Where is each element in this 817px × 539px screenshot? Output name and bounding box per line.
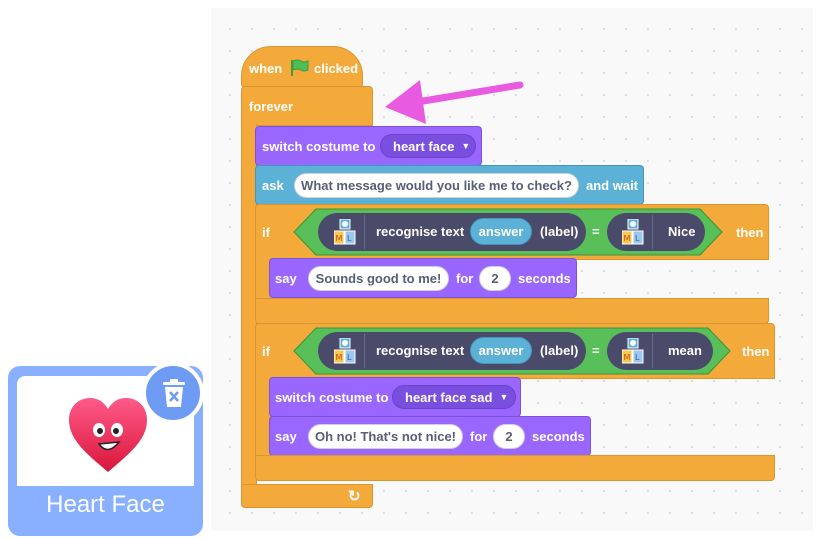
say-seconds-input-2[interactable]: 2 [493, 424, 525, 449]
compare-value-1: Nice [668, 224, 696, 239]
say-message-input-2[interactable]: Oh no! That's not nice! [308, 424, 463, 449]
answer-label-1: answer [478, 224, 524, 239]
svg-text:M: M [336, 353, 343, 362]
switch-costume-label: switch costume to [262, 139, 376, 154]
ml-blocks-icon: M L [622, 338, 644, 364]
dropdown-caret-icon: ▼ [499, 392, 509, 402]
say-seconds-value-2: 2 [505, 429, 513, 444]
say-for-label-2: for [470, 429, 488, 444]
say-seconds-input-1[interactable]: 2 [479, 266, 511, 291]
then-label-1: then [736, 225, 764, 240]
delete-sprite-button[interactable] [142, 362, 204, 424]
reporter-divider [652, 334, 653, 368]
say-message-input-1[interactable]: Sounds good to me! [308, 266, 449, 291]
reporter-divider [364, 215, 365, 249]
ask-block[interactable]: ask What message would you like me to ch… [255, 165, 644, 205]
recognise-label-1: recognise text [376, 224, 465, 239]
equals-sign-1: = [592, 224, 600, 239]
if-label-2: if [262, 344, 270, 359]
compare-value-2: mean [668, 343, 702, 358]
ask-label: ask [262, 178, 284, 193]
svg-text:L: L [347, 353, 352, 362]
costume-value: heart face [393, 138, 455, 154]
svg-text:M: M [624, 353, 631, 362]
say-message-text-2: Oh no! That's not nice! [314, 429, 457, 444]
switch-costume-block-2[interactable]: switch costume to heart face sad ▼ [269, 377, 521, 417]
reporter-divider [652, 215, 653, 249]
dropdown-caret-icon: ▼ [461, 141, 471, 151]
costume-value-2: heart face sad [405, 389, 493, 405]
svg-text:L: L [635, 353, 640, 362]
reporter-divider [364, 334, 365, 368]
if-block-1-foot[interactable] [255, 298, 769, 324]
heart-face-sprite-icon [69, 398, 147, 472]
if-label-1: if [262, 225, 270, 240]
say-for-label-1: for [456, 271, 474, 286]
green-flag-icon [291, 59, 309, 76]
switch-costume-label-2: switch costume to [275, 390, 389, 405]
when-flag-clicked-block[interactable]: when clicked [241, 46, 363, 88]
say-seconds-value-1: 2 [491, 271, 499, 286]
svg-text:M: M [624, 234, 631, 243]
answer-label-2: answer [478, 343, 524, 358]
ask-question-input[interactable]: What message would you like me to check? [294, 173, 579, 198]
hat-prefix-label: when [249, 61, 283, 76]
label-suffix-1: (label) [540, 224, 579, 239]
forever-label: forever [249, 99, 294, 114]
sprite-name: Heart Face [46, 491, 165, 518]
ask-wait-label: and wait [586, 178, 639, 193]
trash-icon [163, 379, 185, 407]
equals-sign-2: = [592, 343, 600, 358]
switch-costume-block[interactable]: switch costume to heart face ▼ [255, 126, 482, 166]
svg-text:L: L [635, 234, 640, 243]
ask-question-text: What message would you like me to check? [301, 178, 572, 193]
ml-blocks-icon: M L [334, 338, 356, 364]
svg-text:M: M [336, 234, 343, 243]
answer-reporter-2[interactable]: answer [470, 337, 532, 364]
say-block-1[interactable]: say Sounds good to me! for 2 seconds [269, 258, 577, 298]
costume-dropdown-2[interactable]: heart face sad ▼ [392, 385, 516, 409]
pointer-arrow [385, 80, 524, 124]
loop-arrow-icon: ↻ [348, 488, 361, 505]
hat-suffix-label: clicked [314, 61, 359, 76]
answer-reporter-1[interactable]: answer [470, 218, 532, 245]
label-suffix-2: (label) [540, 343, 579, 358]
say-message-text-1: Sounds good to me! [315, 271, 442, 286]
forever-block-foot[interactable]: ↻ [241, 484, 373, 508]
ml-blocks-icon: M L [334, 219, 356, 245]
say-seconds-label-1: seconds [518, 271, 571, 286]
forever-block[interactable]: forever [241, 86, 373, 126]
say-label-1: say [275, 271, 297, 286]
ml-blocks-icon: M L [622, 219, 644, 245]
svg-text:L: L [347, 234, 352, 243]
say-label-2: say [275, 429, 297, 444]
recognise-label-2: recognise text [376, 343, 465, 358]
say-block-2[interactable]: say Oh no! That's not nice! for 2 second… [269, 416, 591, 456]
then-label-2: then [742, 344, 770, 359]
costume-dropdown[interactable]: heart face ▼ [380, 134, 476, 158]
if-block-2-foot[interactable] [255, 455, 775, 481]
say-seconds-label-2: seconds [532, 429, 585, 444]
